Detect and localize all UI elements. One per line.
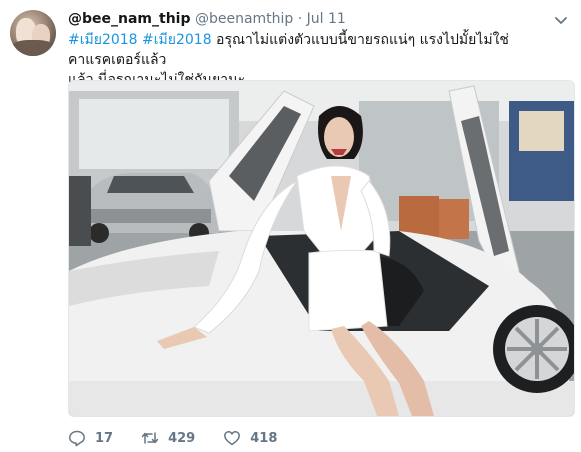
tweet-photo[interactable] bbox=[68, 80, 575, 417]
hashtag-link[interactable]: #เมีย2018 bbox=[68, 32, 138, 48]
separator: · bbox=[297, 11, 303, 27]
tweet-card: @bee_nam_thip @beenamthip · Jul 11 #เมีย… bbox=[0, 0, 581, 452]
like-button[interactable]: 418 bbox=[223, 429, 277, 447]
reply-button[interactable]: 17 bbox=[68, 429, 113, 447]
retweet-count: 429 bbox=[168, 430, 196, 446]
chevron-down-icon[interactable] bbox=[553, 12, 569, 28]
user-handle[interactable]: @beenamthip bbox=[195, 11, 293, 27]
heart-icon bbox=[224, 431, 241, 446]
tweet-date[interactable]: Jul 11 bbox=[307, 11, 346, 27]
tweet-header: @bee_nam_thip @beenamthip · Jul 11 bbox=[68, 10, 551, 28]
retweet-icon bbox=[141, 432, 159, 444]
like-count: 418 bbox=[250, 430, 278, 446]
reply-icon bbox=[69, 430, 85, 447]
avatar[interactable] bbox=[10, 10, 56, 56]
photo-scene bbox=[69, 81, 574, 416]
reply-count: 17 bbox=[95, 430, 114, 446]
retweet-button[interactable]: 429 bbox=[141, 429, 195, 447]
display-name[interactable]: @bee_nam_thip bbox=[68, 11, 191, 27]
hashtag-link[interactable]: #เมีย2018 bbox=[142, 32, 212, 48]
tweet-actions: 17 429 418 bbox=[68, 428, 305, 448]
